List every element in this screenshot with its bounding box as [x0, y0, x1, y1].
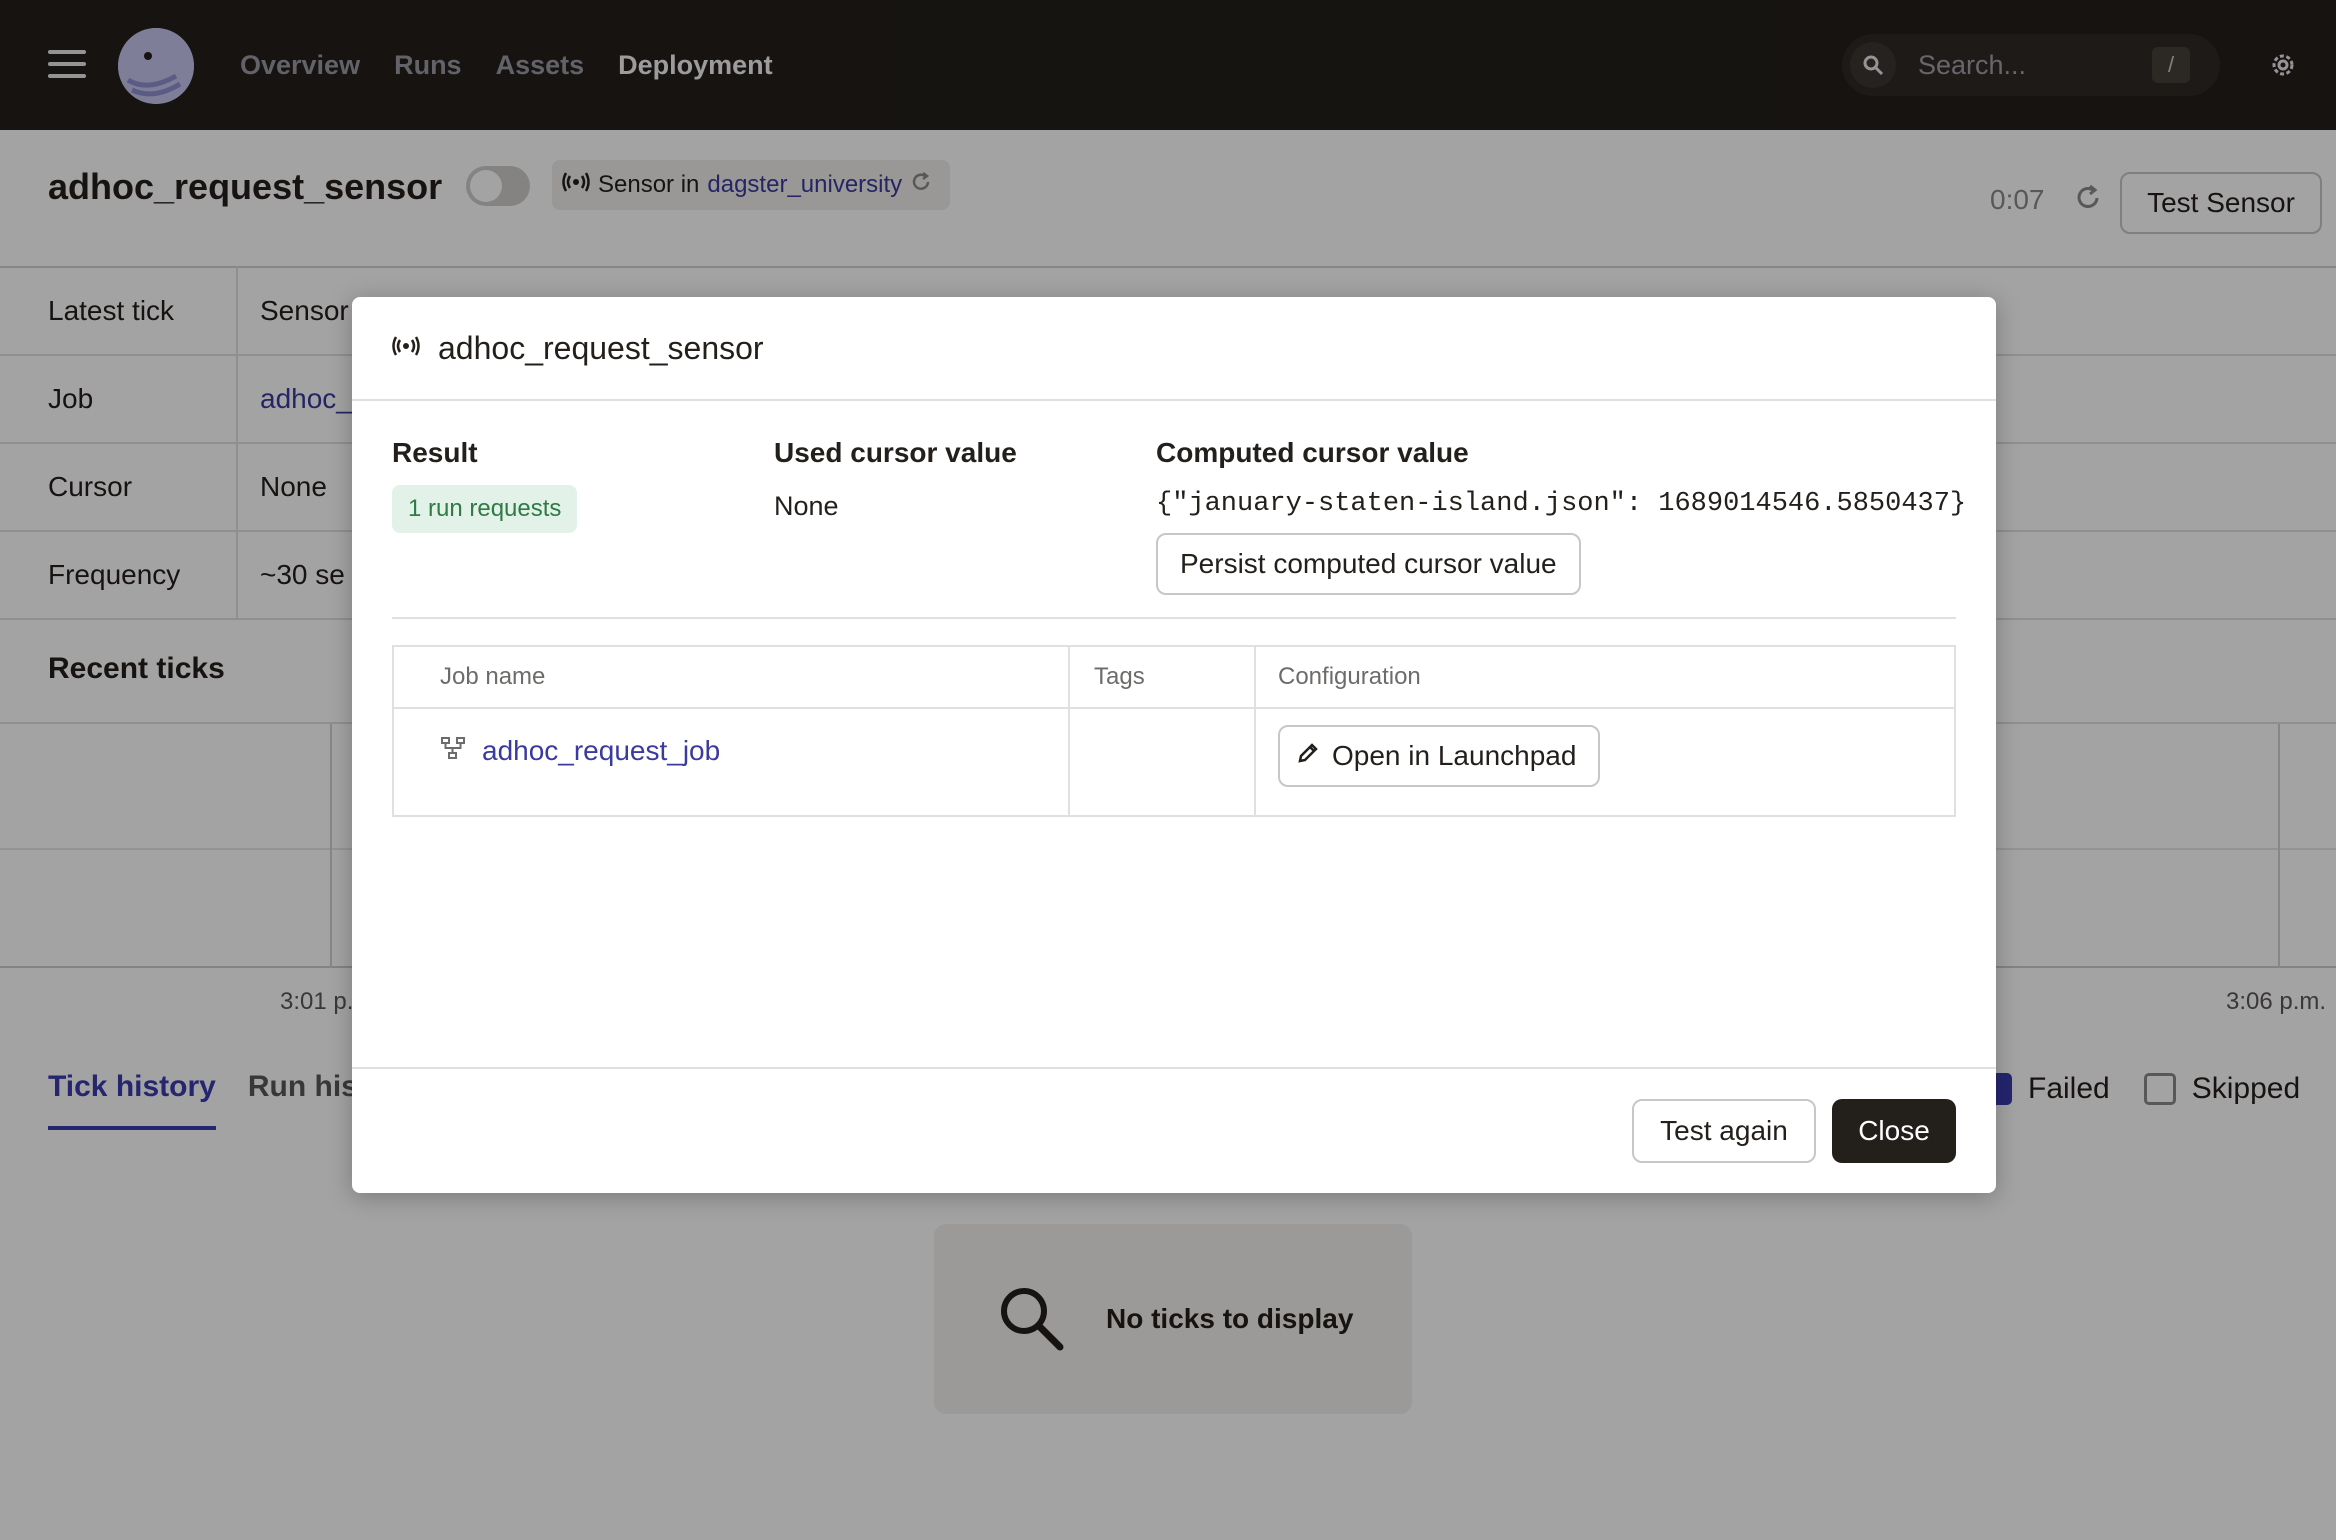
dialog-header: adhoc_request_sensor	[352, 297, 1996, 401]
column-header-configuration: Configuration	[1278, 663, 1421, 690]
test-sensor-dialog: adhoc_request_sensor Result 1 run reques…	[352, 297, 1996, 1193]
table-row: adhoc_request_job Open in Launchpad	[394, 709, 1954, 817]
job-graph-icon	[440, 735, 466, 766]
close-button[interactable]: Close	[1832, 1099, 1956, 1163]
computed-cursor-title: Computed cursor value	[1156, 437, 1469, 468]
computed-cursor-value: {"january-staten-island.json": 168901454…	[1156, 489, 1967, 519]
result-column: Result 1 run requests	[392, 437, 578, 533]
result-title: Result	[392, 437, 478, 468]
job-name-cell: adhoc_request_job	[394, 709, 1070, 817]
used-cursor-column: Used cursor value None	[774, 437, 1017, 522]
pencil-icon	[1296, 740, 1320, 772]
run-requests-badge: 1 run requests	[392, 485, 578, 533]
tags-cell	[1070, 709, 1256, 817]
configuration-cell: Open in Launchpad	[1256, 709, 1954, 817]
divider	[392, 617, 1956, 619]
job-link[interactable]: adhoc_request_job	[482, 735, 720, 767]
column-header-tags: Tags	[1070, 647, 1256, 707]
test-again-button[interactable]: Test again	[1632, 1099, 1816, 1163]
persist-cursor-button[interactable]: Persist computed cursor value	[1156, 533, 1581, 595]
result-summary: Result 1 run requests Used cursor value …	[392, 437, 1966, 617]
run-requests-table: Job name Tags Configuration adhoc_reques…	[392, 645, 1956, 817]
dialog-title: adhoc_request_sensor	[438, 329, 764, 366]
column-header-job-name: Job name	[394, 647, 1070, 707]
open-in-launchpad-button[interactable]: Open in Launchpad	[1278, 725, 1601, 787]
used-cursor-title: Used cursor value	[774, 437, 1017, 468]
dialog-footer: Test again Close	[352, 1067, 1996, 1193]
launchpad-label: Open in Launchpad	[1332, 740, 1577, 771]
sensor-icon	[392, 335, 420, 361]
used-cursor-value: None	[774, 491, 839, 521]
table-header: Job name Tags Configuration	[394, 647, 1954, 709]
computed-cursor-column: Computed cursor value {"january-staten-i…	[1156, 437, 1966, 595]
